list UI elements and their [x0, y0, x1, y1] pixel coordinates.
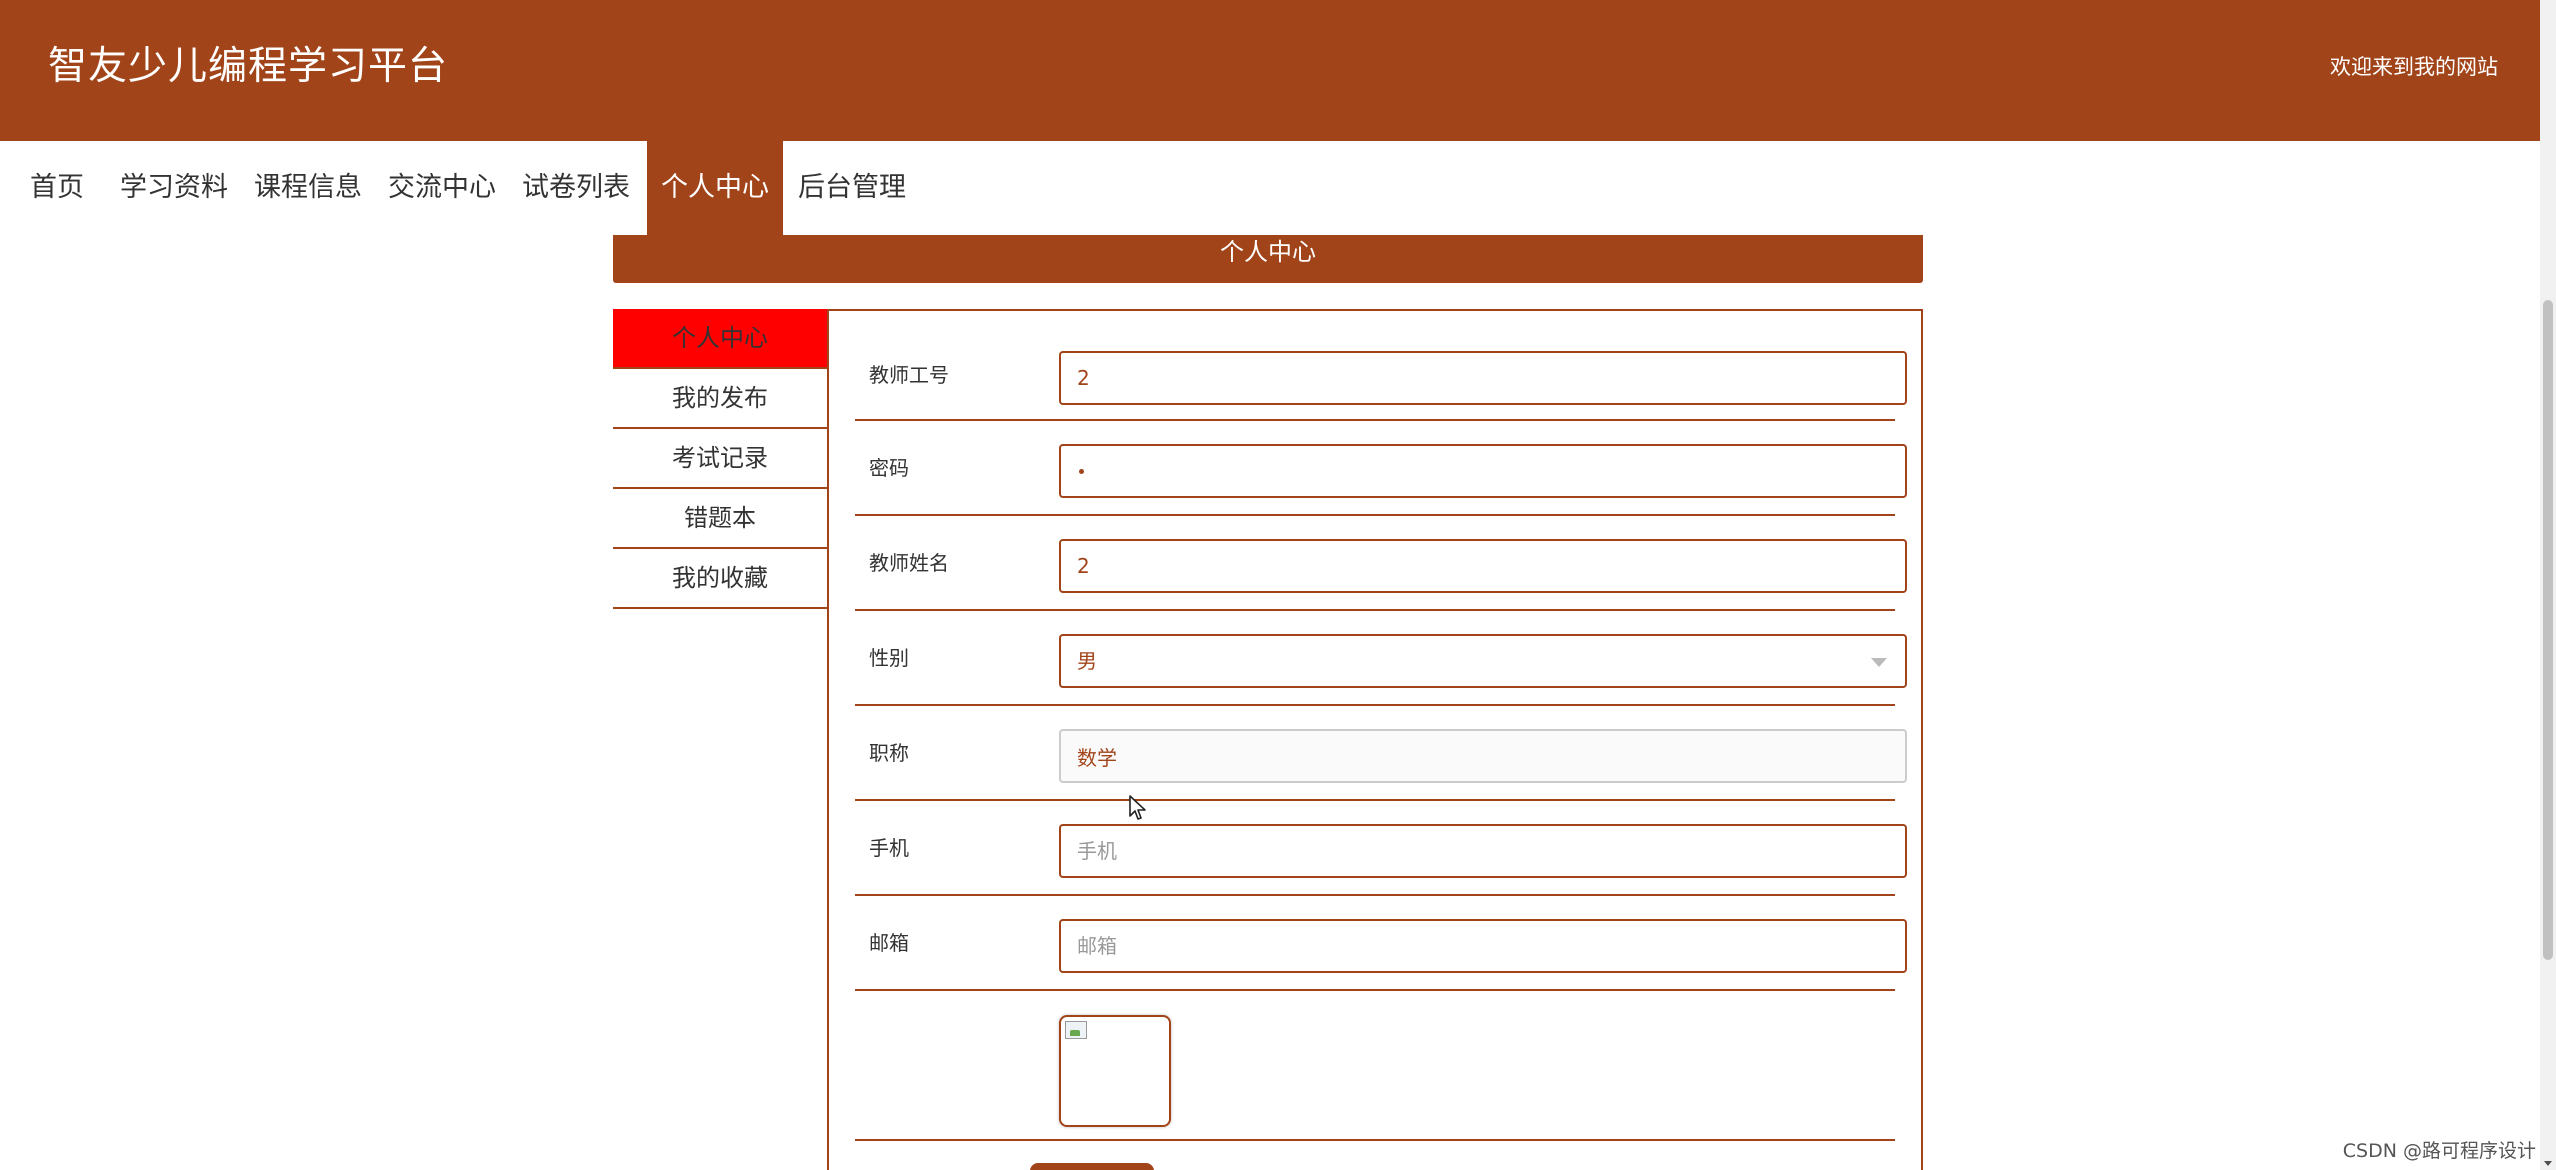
chevron-down-icon	[1871, 658, 1887, 667]
email-label: 邮箱	[869, 931, 909, 955]
form-row-phone: 手机	[855, 801, 1907, 896]
title-input[interactable]	[1059, 729, 1907, 783]
nav-item-forum[interactable]: 交流中心	[382, 141, 502, 235]
scrollbar-thumb[interactable]	[2543, 300, 2553, 960]
watermark: CSDN @路可程序设计	[2342, 1140, 2536, 1162]
nav-item-exam-list[interactable]: 试卷列表	[516, 141, 636, 235]
gender-selected-value: 男	[1077, 649, 1097, 673]
mouse-cursor-icon	[1129, 795, 1146, 820]
page: 智友少儿编程学习平台 欢迎来到我的网站 首页 学习资料 课程信息 交流中心 试卷…	[0, 0, 2556, 1170]
page-scrollbar[interactable]	[2540, 0, 2556, 1170]
teacher-name-label: 教师姓名	[869, 551, 949, 575]
side-menu: 个人中心 我的发布 考试记录 错题本 我的收藏	[613, 309, 827, 609]
password-label: 密码	[869, 456, 909, 480]
profile-form: 教师工号 密码 教师姓名 性别 男 职称 手机	[827, 309, 1923, 1170]
scroll-down-arrow-icon[interactable]	[2544, 1161, 2552, 1166]
nav-item-admin[interactable]: 后台管理	[792, 141, 912, 235]
form-row-password: 密码	[855, 421, 1907, 516]
form-row-avatar	[855, 991, 1895, 1141]
gender-select[interactable]: 男	[1059, 634, 1907, 688]
title-label: 职称	[869, 741, 909, 765]
side-item-personal-center[interactable]: 个人中心	[613, 309, 827, 369]
form-row-teacher-id: 教师工号	[855, 311, 1907, 421]
teacher-id-input[interactable]	[1059, 351, 1907, 405]
side-item-exam-records[interactable]: 考试记录	[613, 429, 827, 489]
gender-label: 性别	[869, 646, 909, 670]
broken-image-icon	[1065, 1021, 1087, 1039]
nav-item-home[interactable]: 首页	[22, 141, 92, 235]
form-row-title: 职称	[855, 706, 1907, 801]
email-input[interactable]	[1059, 919, 1907, 973]
password-mask-dot	[1079, 469, 1084, 474]
site-title: 智友少儿编程学习平台	[48, 44, 449, 89]
form-row-teacher-name: 教师姓名	[855, 516, 1907, 611]
side-item-favorites[interactable]: 我的收藏	[613, 549, 827, 609]
side-item-my-posts[interactable]: 我的发布	[613, 369, 827, 429]
side-item-wrong-questions[interactable]: 错题本	[613, 489, 827, 549]
section-banner: 个人中心	[613, 235, 1923, 283]
site-header: 智友少儿编程学习平台 欢迎来到我的网站	[0, 0, 2540, 141]
teacher-name-input[interactable]	[1059, 539, 1907, 593]
teacher-id-label: 教师工号	[869, 363, 949, 387]
password-input[interactable]	[1059, 444, 1907, 498]
phone-label: 手机	[869, 836, 909, 860]
form-row-email: 邮箱	[855, 896, 1907, 991]
main-nav: 首页 学习资料 课程信息 交流中心 试卷列表 个人中心 后台管理	[0, 141, 2540, 235]
form-row-gender: 性别 男	[855, 611, 1907, 706]
phone-input[interactable]	[1059, 824, 1907, 878]
nav-item-course-info[interactable]: 课程信息	[248, 141, 368, 235]
submit-button[interactable]	[1030, 1163, 1154, 1170]
avatar-upload[interactable]	[1059, 1015, 1171, 1127]
welcome-text: 欢迎来到我的网站	[2330, 55, 2498, 79]
nav-item-personal-center[interactable]: 个人中心	[647, 141, 783, 235]
nav-item-study-materials[interactable]: 学习资料	[114, 141, 234, 235]
